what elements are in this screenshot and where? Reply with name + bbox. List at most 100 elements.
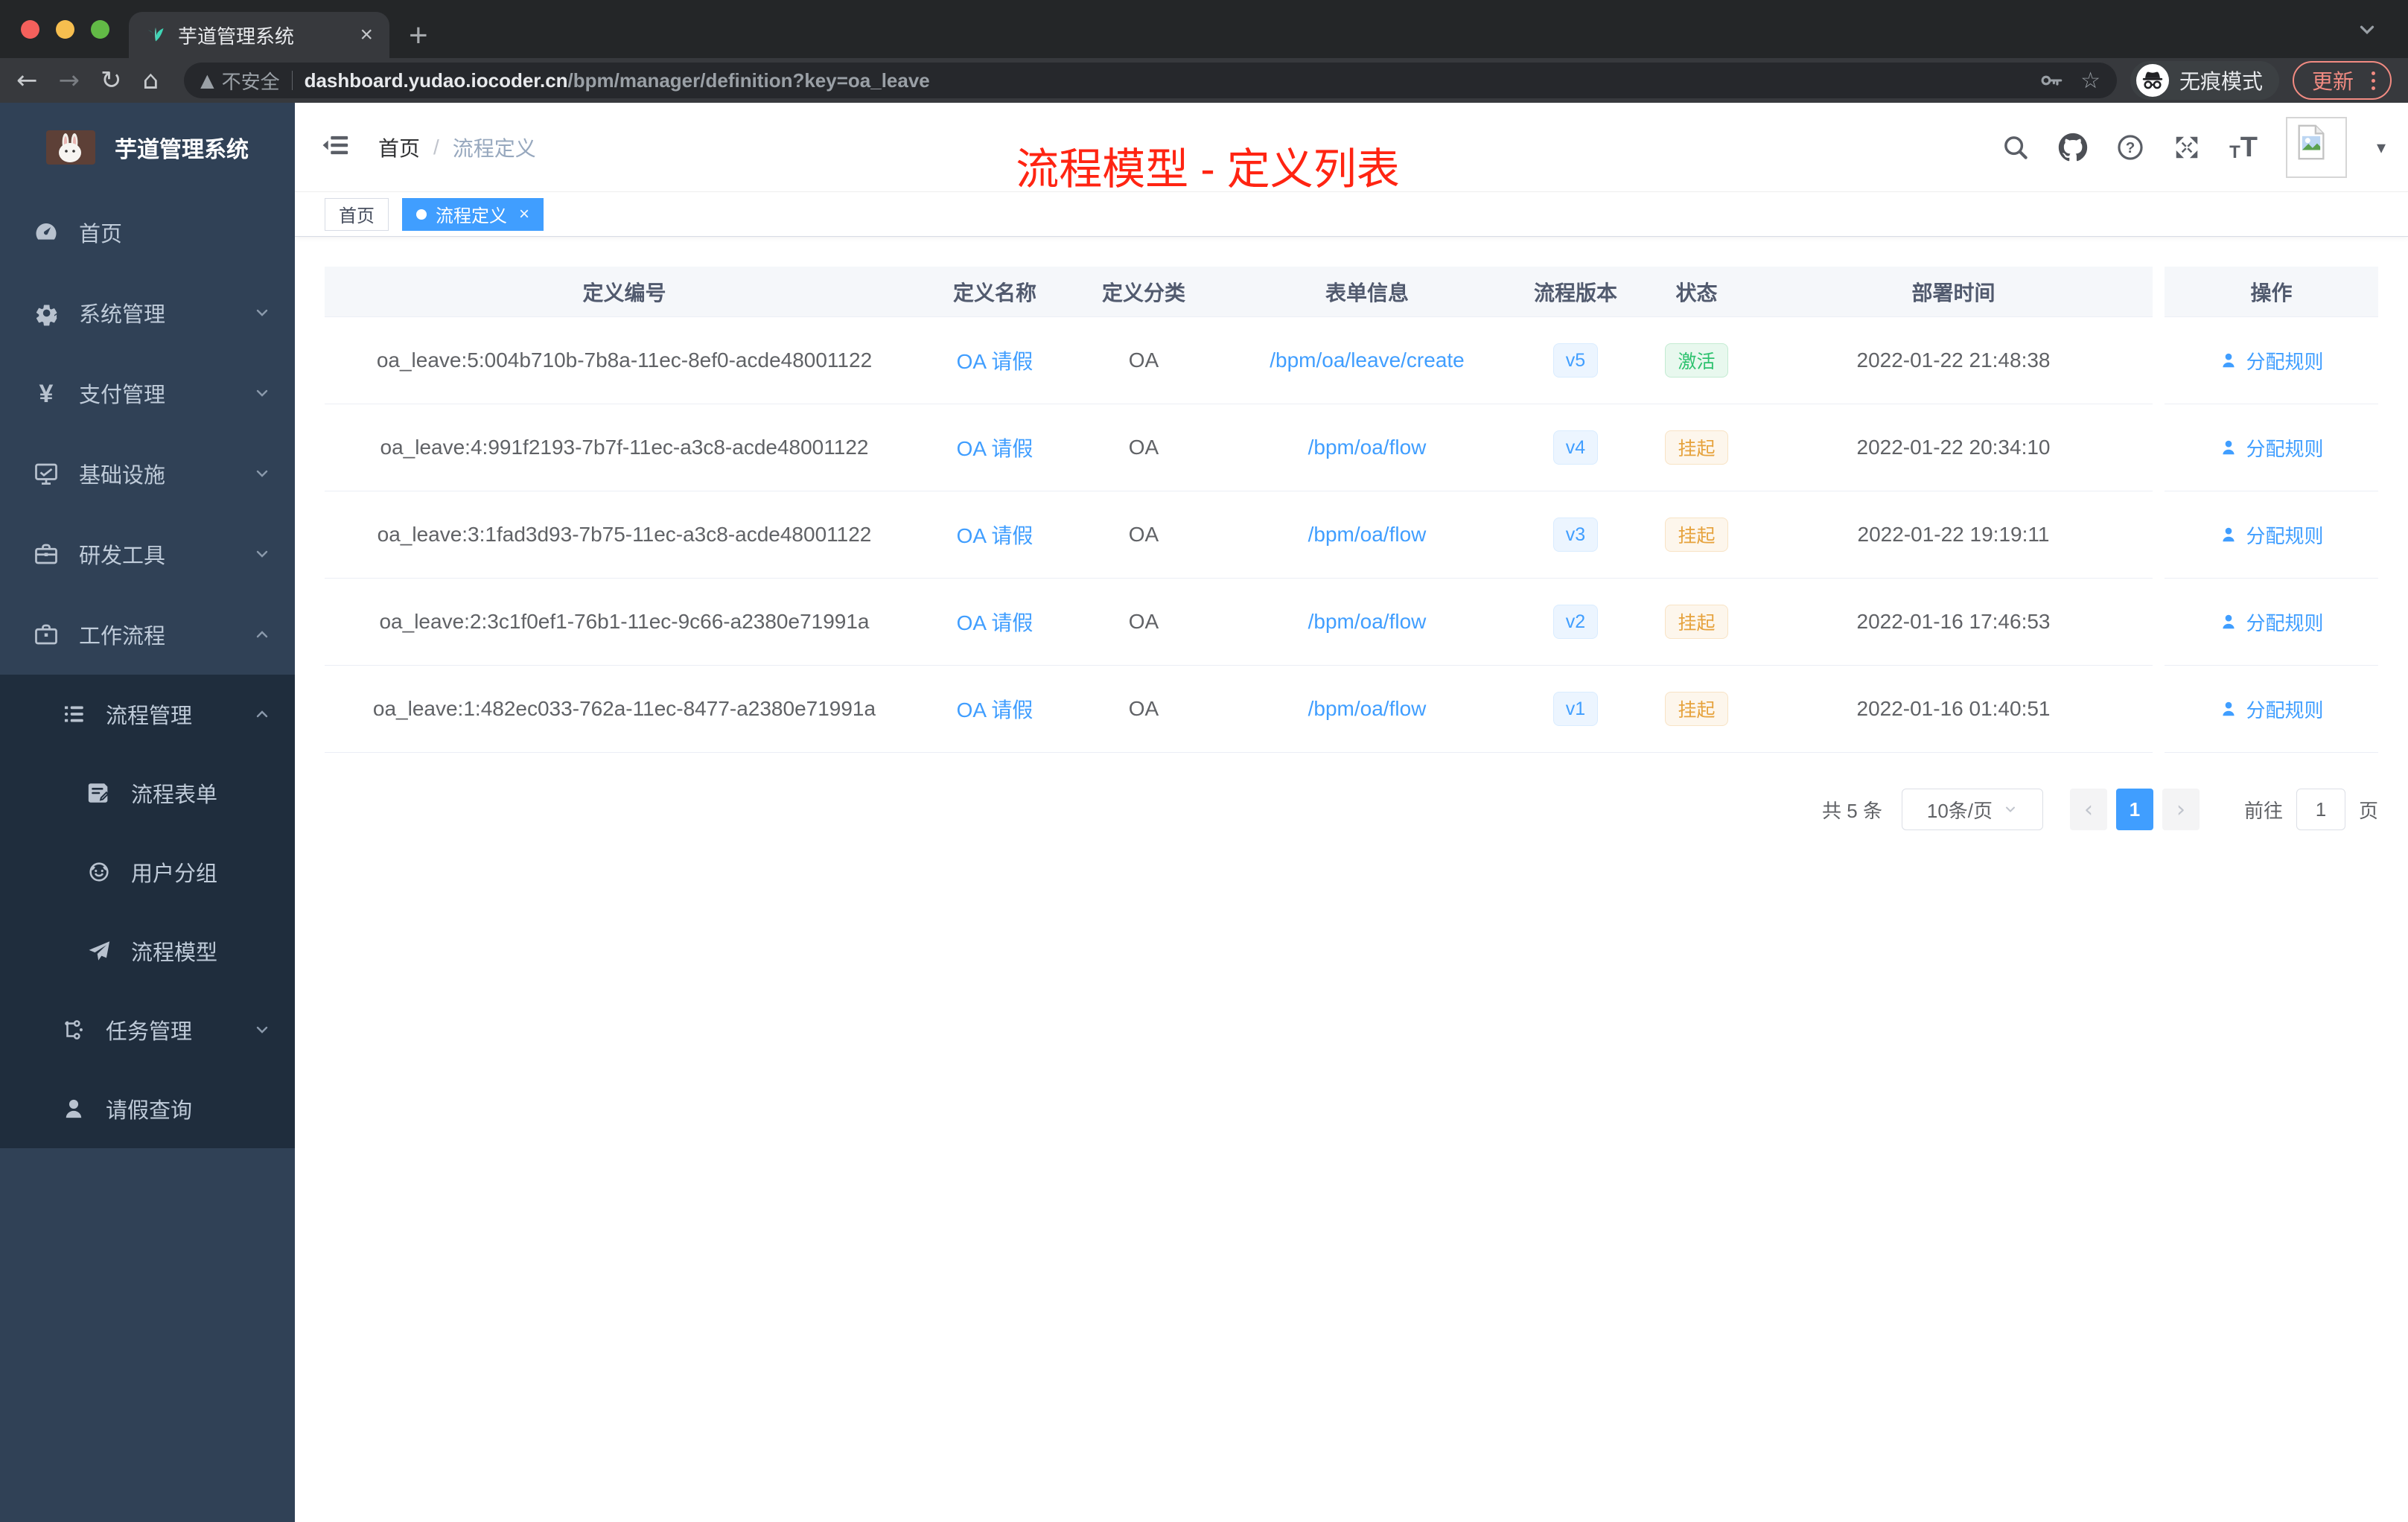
fullscreen-icon[interactable] [2173,133,2201,162]
table-row: oa_leave:1:482ec033-762a-11ec-8477-a2380… [325,666,2378,753]
status-badge: 挂起 [1665,518,1728,552]
incognito-label: 无痕模式 [2179,70,2263,93]
browser-menu-icon[interactable] [2367,71,2380,90]
definition-id: oa_leave:5:004b710b-7b8a-11ec-8ef0-acde4… [325,317,924,404]
tag-close-icon[interactable]: × [519,204,529,225]
assign-rule-link[interactable]: 分配规则 [2219,695,2324,723]
person-icon [2223,440,2235,455]
reload-icon[interactable]: ↻ [101,68,122,93]
col-header-actions: 操作 [2165,267,2378,317]
table-row: oa_leave:3:1fad3d93-7b75-11ec-a3c8-acde4… [325,491,2378,579]
sidebar: 芋道管理系统 首页 系统管理 ¥ 支付管理 基础设施 研发工具 工作流程 流程管… [0,103,295,1522]
definition-category: OA [1066,666,1222,753]
col-header-status: 状态 [1639,267,1754,317]
password-key-icon[interactable] [2039,68,2064,93]
form-link[interactable]: /bpm/oa/flow [1308,610,1427,634]
person-icon [2223,701,2235,716]
search-icon[interactable] [2001,133,2030,162]
sidebar-item-infrastructure[interactable]: 基础设施 [0,433,295,514]
select-caret-icon [2006,806,2016,812]
form-link[interactable]: /bpm/oa/flow [1308,436,1427,459]
chevron-down-icon [253,465,271,483]
sidebar-item-dev-tools[interactable]: 研发工具 [0,514,295,594]
form-link[interactable]: /bpm/oa/flow [1308,697,1427,721]
briefcase-icon [33,621,60,648]
forward-icon[interactable]: → [59,68,80,93]
omnibox-divider [291,71,293,90]
form-link[interactable]: /bpm/oa/leave/create [1270,348,1465,372]
avatar[interactable] [2285,116,2347,178]
definition-name-link[interactable]: OA 请假 [957,694,1033,724]
form-icon [86,780,112,806]
browser-tab-strip: 芋道管理系统 × + [0,0,2408,58]
tab-close-icon[interactable]: × [360,24,373,46]
definition-name-link[interactable]: OA 请假 [957,520,1033,550]
back-icon[interactable]: ← [16,68,38,93]
sidebar-item-workflow[interactable]: 工作流程 [0,594,295,675]
col-header-definition-id: 定义编号 [325,267,924,317]
next-page-button[interactable]: › [2162,789,2200,830]
tab-search-chevron-icon[interactable] [2356,19,2378,45]
dashboard-icon [33,219,60,246]
pagination-total: 共 5 条 [1822,799,1882,822]
goto-page-input[interactable] [2296,789,2345,830]
github-icon[interactable] [2058,133,2088,162]
definition-category: OA [1066,404,1222,491]
help-icon[interactable]: ? [2116,133,2144,162]
breadcrumb-home[interactable]: 首页 [378,133,420,162]
logo-rabbit-image [46,130,95,165]
current-page-button[interactable]: 1 [2115,789,2153,830]
user-icon [61,1096,86,1121]
new-tab-button[interactable]: + [409,19,428,52]
send-icon [86,938,112,964]
sidebar-item-user-group[interactable]: 用户分组 [0,832,295,911]
sidebar-item-process-form[interactable]: 流程表单 [0,754,295,832]
definition-name-link[interactable]: OA 请假 [957,433,1033,462]
sidebar-item-process-model[interactable]: 流程模型 [0,911,295,990]
prev-page-button[interactable]: ‹ [2069,789,2107,830]
browser-window: 芋道管理系统 × + ← → ↻ ⌂ ▲ 不安全 dashboard.yudao… [0,0,2408,1522]
breadcrumb: 首页 / 流程定义 [378,133,536,162]
tag-process-definition[interactable]: 流程定义 × [402,197,544,231]
definition-name-link[interactable]: OA 请假 [957,607,1033,637]
update-button[interactable]: 更新 [2292,61,2392,100]
sidebar-item-leave-query[interactable]: 请假查询 [0,1069,295,1148]
sidebar-item-system[interactable]: 系统管理 [0,273,295,353]
broken-image-icon [2298,124,2325,159]
definition-name-link[interactable]: OA 请假 [957,346,1033,375]
col-header-category: 定义分类 [1066,267,1222,317]
bookmark-star-icon[interactable]: ☆ [2080,68,2100,94]
sidebar-logo[interactable]: 芋道管理系统 [0,103,295,192]
definition-id: oa_leave:4:991f2193-7b7f-11ec-a3c8-acde4… [325,404,924,491]
site-favicon-icon [145,23,166,48]
monitor-icon [33,460,60,487]
home-icon[interactable]: ⌂ [143,68,159,93]
sidebar-item-home[interactable]: 首页 [0,192,295,273]
assign-rule-link[interactable]: 分配规则 [2219,434,2324,462]
avatar-caret-icon[interactable]: ▾ [2377,137,2386,158]
workflow-submenu: 流程管理 流程表单 用户分组 流程模型 任务管理 请假查询 [0,675,295,1148]
page-size-select[interactable]: 10条/页 [1901,789,2043,830]
window-close-button[interactable] [21,19,39,39]
font-size-icon[interactable]: TT [2229,133,2258,162]
col-header-definition-name: 定义名称 [924,267,1066,317]
form-link[interactable]: /bpm/oa/flow [1308,523,1427,547]
assign-rule-link[interactable]: 分配规则 [2219,347,2324,375]
browser-tab[interactable]: 芋道管理系统 × [129,12,389,58]
hamburger-icon[interactable] [320,130,350,164]
assign-rule-link[interactable]: 分配规则 [2219,521,2324,549]
chevron-down-icon [253,1021,271,1039]
status-badge: 挂起 [1665,430,1728,465]
window-zoom-button[interactable] [91,19,109,39]
page-url: dashboard.yudao.iocoder.cn/bpm/manager/d… [305,69,930,92]
deploy-time: 2022-01-22 19:19:11 [1754,491,2153,579]
sidebar-item-process-management[interactable]: 流程管理 [0,675,295,754]
address-bar[interactable]: ▲ 不安全 dashboard.yudao.iocoder.cn/bpm/man… [184,63,2117,98]
sidebar-item-payment[interactable]: ¥ 支付管理 [0,353,295,433]
table-row: oa_leave:4:991f2193-7b7f-11ec-a3c8-acde4… [325,404,2378,491]
assign-rule-link[interactable]: 分配规则 [2219,608,2324,636]
sidebar-item-task-management[interactable]: 任务管理 [0,990,295,1069]
version-badge: v4 [1552,430,1599,465]
tag-home[interactable]: 首页 [325,197,389,231]
window-minimize-button[interactable] [56,19,74,39]
